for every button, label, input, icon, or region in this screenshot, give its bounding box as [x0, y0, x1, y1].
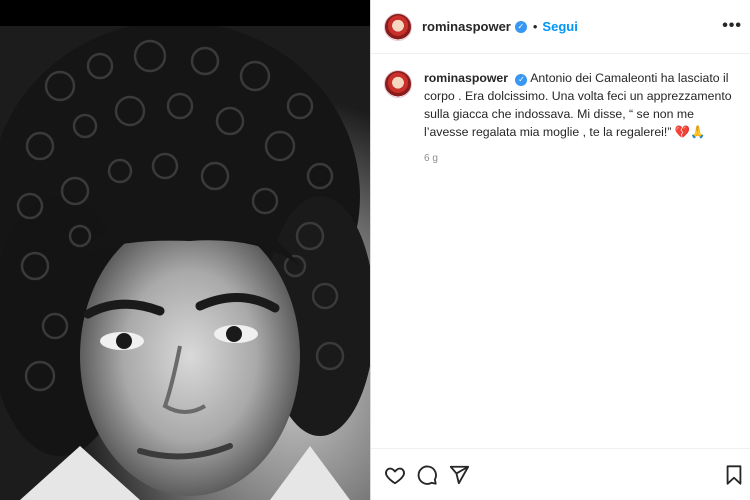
- caption-username[interactable]: rominaspower: [424, 71, 508, 85]
- post-header: rominaspower ✓ • Segui •••: [371, 0, 750, 54]
- follow-button[interactable]: Segui: [542, 19, 577, 34]
- post-actions-bar: [371, 448, 750, 500]
- comment-icon[interactable]: [416, 464, 438, 486]
- post-username[interactable]: rominaspower: [422, 19, 511, 34]
- paper-plane-icon[interactable]: [448, 464, 470, 486]
- caption-text: rominaspower ✓ Antonio dei Camaleonti ha…: [424, 69, 739, 141]
- post-timestamp[interactable]: 6 g: [424, 153, 739, 164]
- portrait-photo: [0, 26, 370, 500]
- separator-dot: •: [532, 19, 538, 34]
- post-detail-panel: rominaspower ✓ • Segui ••• rominaspower …: [370, 0, 750, 500]
- more-options-icon[interactable]: •••: [722, 17, 742, 35]
- heart-icon[interactable]: [384, 464, 406, 486]
- verified-badge-icon: ✓: [514, 20, 527, 33]
- bookmark-icon[interactable]: [723, 464, 745, 486]
- caption-section: rominaspower ✓ Antonio dei Camaleonti ha…: [371, 54, 750, 164]
- caption-emojis: 💔🙏: [674, 125, 706, 139]
- post-photo[interactable]: [0, 0, 370, 500]
- caption-avatar[interactable]: [384, 70, 412, 98]
- verified-badge-icon: ✓: [515, 74, 528, 86]
- profile-avatar[interactable]: [384, 12, 412, 41]
